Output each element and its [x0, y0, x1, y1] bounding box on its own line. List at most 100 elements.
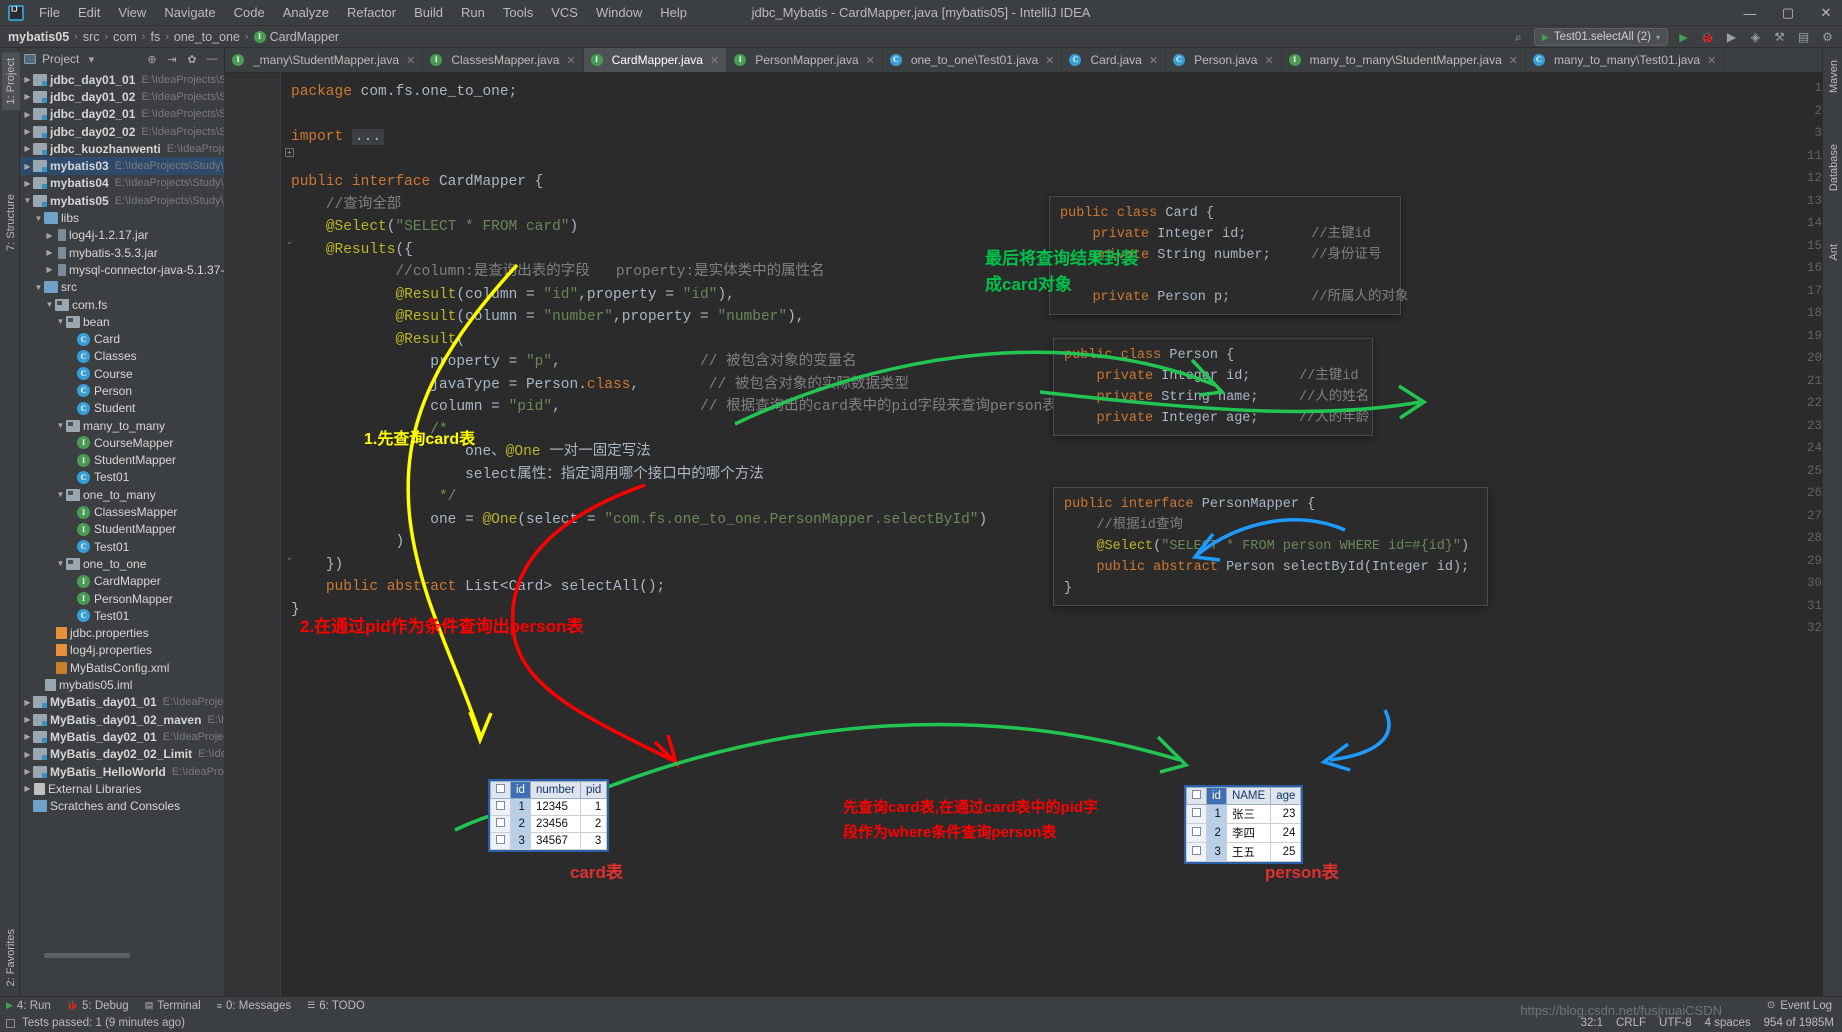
caret-position[interactable]: 32:1	[1581, 1017, 1603, 1029]
project-tree[interactable]: ▶ jdbc_day01_01 E:\IdeaProjects\Stud ▶ jdbc_…	[20, 70, 224, 815]
tool-tab-structure[interactable]: 7: Structure	[2, 188, 20, 257]
tree-item-mybatis-day02-01[interactable]: ▶ MyBatis_day02_01 E:\IdeaProjects\	[20, 728, 224, 745]
table-cell[interactable]: 3	[1206, 842, 1227, 862]
editor-tab-card-java[interactable]: C Card.java ✕	[1062, 48, 1167, 72]
tree-item-mybatis-day02-02-limit[interactable]: ▶ MyBatis_day02_02_Limit E:\IdeaPr	[20, 746, 224, 763]
tree-item-mysql-connector-java-5-1-37-[interactable]: ▶ mysql-connector-java-5.1.37-	[20, 261, 224, 278]
tree-item-mybatis-day01-02-maven[interactable]: ▶ MyBatis_day01_02_maven E:\IdeaP	[20, 711, 224, 728]
close-button[interactable]: ✕	[1818, 5, 1834, 21]
table-cell[interactable]: 1	[579, 798, 608, 816]
column-header-number[interactable]: number	[529, 781, 581, 799]
collapse-all-icon[interactable]: ⇥	[164, 51, 180, 67]
table-cell[interactable]: 24	[1270, 823, 1302, 843]
debug-icon[interactable]: 🐞	[1699, 29, 1716, 46]
tool-debug[interactable]: 🐞 5: Debug	[67, 1000, 129, 1012]
tree-item-mybatis-3-5-3-jar[interactable]: ▶ mybatis-3.5.3.jar	[20, 244, 224, 261]
tree-item-studentmapper[interactable]: I StudentMapper	[20, 452, 224, 469]
menu-analyze[interactable]: Analyze	[274, 2, 338, 23]
collapsed-arrow-icon[interactable]: ▶	[22, 698, 33, 707]
menu-navigate[interactable]: Navigate	[155, 2, 224, 23]
tree-item-classes[interactable]: C Classes	[20, 348, 224, 365]
run-configuration-selector[interactable]: ▶ Test01.selectAll (2) ▾	[1533, 28, 1668, 46]
row-checkbox[interactable]	[490, 798, 511, 816]
tree-item-jdbc-day02-02[interactable]: ▶ jdbc_day02_02 E:\IdeaProjects\Stud	[20, 123, 224, 140]
tool-tab-maven[interactable]: Maven	[1825, 54, 1842, 99]
fold-collapse-icon[interactable]: ⌄	[285, 237, 294, 247]
column-header-pid[interactable]: pid	[579, 781, 608, 799]
expanded-arrow-icon[interactable]: ▼	[55, 317, 66, 326]
editor-tab-personmapper-java[interactable]: I PersonMapper.java ✕	[727, 48, 883, 72]
table-cell[interactable]: 12345	[529, 798, 581, 816]
tree-item-cardmapper[interactable]: I CardMapper	[20, 573, 224, 590]
tree-item-mybatis04[interactable]: ▶ mybatis04 E:\IdeaProjects\Study\jd	[20, 175, 224, 192]
fold-expand-icon[interactable]: +	[285, 148, 294, 157]
breadcrumb-com[interactable]: com	[113, 30, 137, 44]
navbar-right-controls[interactable]: ⌕ ▶ Test01.selectAll (2) ▾ ▶ 🐞 ▶ ◈ ⚒ ▤ ⚙	[1510, 26, 1836, 48]
code-editor[interactable]: 1 2 3 11 12 13 14 15 16 17 18 19 20 21 22 23 24 25 26 27 28 2…	[225, 73, 1842, 996]
expanded-arrow-icon[interactable]: ▼	[55, 559, 66, 568]
tree-item-studentmapper[interactable]: I StudentMapper	[20, 521, 224, 538]
tree-item-jdbc-day01-02[interactable]: ▶ jdbc_day01_02 E:\IdeaProjects\Stud	[20, 88, 224, 105]
menu-view[interactable]: View	[109, 2, 155, 23]
select-all-checkbox[interactable]	[490, 781, 511, 799]
tree-item-log4j-properties[interactable]: log4j.properties	[20, 642, 224, 659]
indent-setting[interactable]: 4 spaces	[1705, 1017, 1751, 1029]
editor-tab--many-studentmapper-java[interactable]: I _many\StudentMapper.java ✕	[225, 48, 424, 72]
editor-tab-person-java[interactable]: C Person.java ✕	[1166, 48, 1282, 72]
tree-item-mybatis03[interactable]: ▶ mybatis03 E:\IdeaProjects\Study\jd	[20, 157, 224, 175]
tree-item-external-libraries[interactable]: ▶ External Libraries	[20, 780, 224, 797]
table-cell[interactable]: 23	[1270, 804, 1302, 824]
collapsed-arrow-icon[interactable]: ▶	[22, 767, 33, 776]
tree-item-one-to-many[interactable]: ▼ one_to_many	[20, 486, 224, 503]
collapsed-arrow-icon[interactable]: ▶	[22, 750, 33, 759]
collapsed-arrow-icon[interactable]: ▶	[22, 110, 33, 119]
tree-item-com-fs[interactable]: ▼ com.fs	[20, 296, 224, 313]
breadcrumb-one-to-one[interactable]: one_to_one	[174, 30, 240, 44]
menu-run[interactable]: Run	[452, 2, 494, 23]
search-icon[interactable]: ⌕	[1510, 29, 1527, 46]
breadcrumb-src[interactable]: src	[83, 30, 100, 44]
line-separator[interactable]: CRLF	[1616, 1017, 1646, 1029]
close-tab-icon[interactable]: ✕	[710, 54, 719, 67]
table-cell[interactable]: 张三	[1225, 804, 1272, 824]
tool-tab-favorites[interactable]: 2: Favorites	[2, 923, 20, 992]
menu-refactor[interactable]: Refactor	[338, 2, 405, 23]
table-cell[interactable]: 1	[1206, 804, 1227, 824]
editor-tab-cardmapper-java[interactable]: I CardMapper.java ✕	[583, 48, 728, 72]
menu-tools[interactable]: Tools	[494, 2, 542, 23]
card-table[interactable]: id number pid 1 12345 1 2 23456 2 3 34567 3	[488, 779, 610, 852]
locate-file-icon[interactable]: ⊕	[144, 51, 160, 67]
close-tab-icon[interactable]: ✕	[1509, 54, 1518, 67]
table-cell[interactable]: 23456	[529, 815, 581, 833]
tree-item-log4j-1-2-17-jar[interactable]: ▶ log4j-1.2.17.jar	[20, 227, 224, 244]
table-row[interactable]: 2 23456 2	[490, 815, 608, 833]
expanded-arrow-icon[interactable]: ▼	[22, 196, 33, 205]
event-log-label[interactable]: Event Log	[1780, 1000, 1832, 1012]
editor-tab-one-to-one-test01-java[interactable]: Cone_to_one\Test01.java ✕	[883, 48, 1063, 72]
settings-gear-icon[interactable]: ⚙	[1819, 29, 1836, 46]
tree-item-mybatis-helloworld[interactable]: ▶ MyBatis_HelloWorld E:\IdeaProjec	[20, 763, 224, 780]
select-all-checkbox[interactable]	[1186, 787, 1207, 805]
tool-run[interactable]: ▶ 4: Run	[6, 1000, 51, 1012]
menu-window[interactable]: Window	[587, 2, 651, 23]
expanded-arrow-icon[interactable]: ▼	[55, 421, 66, 430]
tree-item-mybatisconfig-xml[interactable]: MyBatisConfig.xml	[20, 659, 224, 676]
collapsed-arrow-icon[interactable]: ▶	[22, 732, 33, 741]
tree-item-personmapper[interactable]: I PersonMapper	[20, 590, 224, 607]
run-icon[interactable]: ▶	[1675, 29, 1692, 46]
table-cell[interactable]: 2	[1206, 823, 1227, 843]
tree-item-jdbc-day01-01[interactable]: ▶ jdbc_day01_01 E:\IdeaProjects\Stud	[20, 71, 224, 88]
memory-indicator[interactable]: 954 of 1985M	[1764, 1017, 1834, 1029]
tree-item-bean[interactable]: ▼ bean	[20, 313, 224, 330]
collapsed-arrow-icon[interactable]: ▶	[22, 92, 33, 101]
tool-todo[interactable]: ☰ 6: TODO	[307, 1000, 365, 1012]
table-cell[interactable]: 3	[510, 832, 531, 850]
tree-item-scratches-and-consoles[interactable]: Scratches and Consoles	[20, 797, 224, 814]
breadcrumb-fs[interactable]: fs	[150, 30, 160, 44]
expanded-arrow-icon[interactable]: ▼	[55, 490, 66, 499]
table-cell[interactable]: 2	[579, 815, 608, 833]
tree-item-coursemapper[interactable]: I CourseMapper	[20, 434, 224, 451]
column-header-name[interactable]: NAME	[1225, 787, 1272, 805]
tree-item-mybatis-day01-01[interactable]: ▶ MyBatis_day01_01 E:\IdeaProjects\	[20, 694, 224, 711]
column-header-id[interactable]: id	[510, 781, 531, 799]
